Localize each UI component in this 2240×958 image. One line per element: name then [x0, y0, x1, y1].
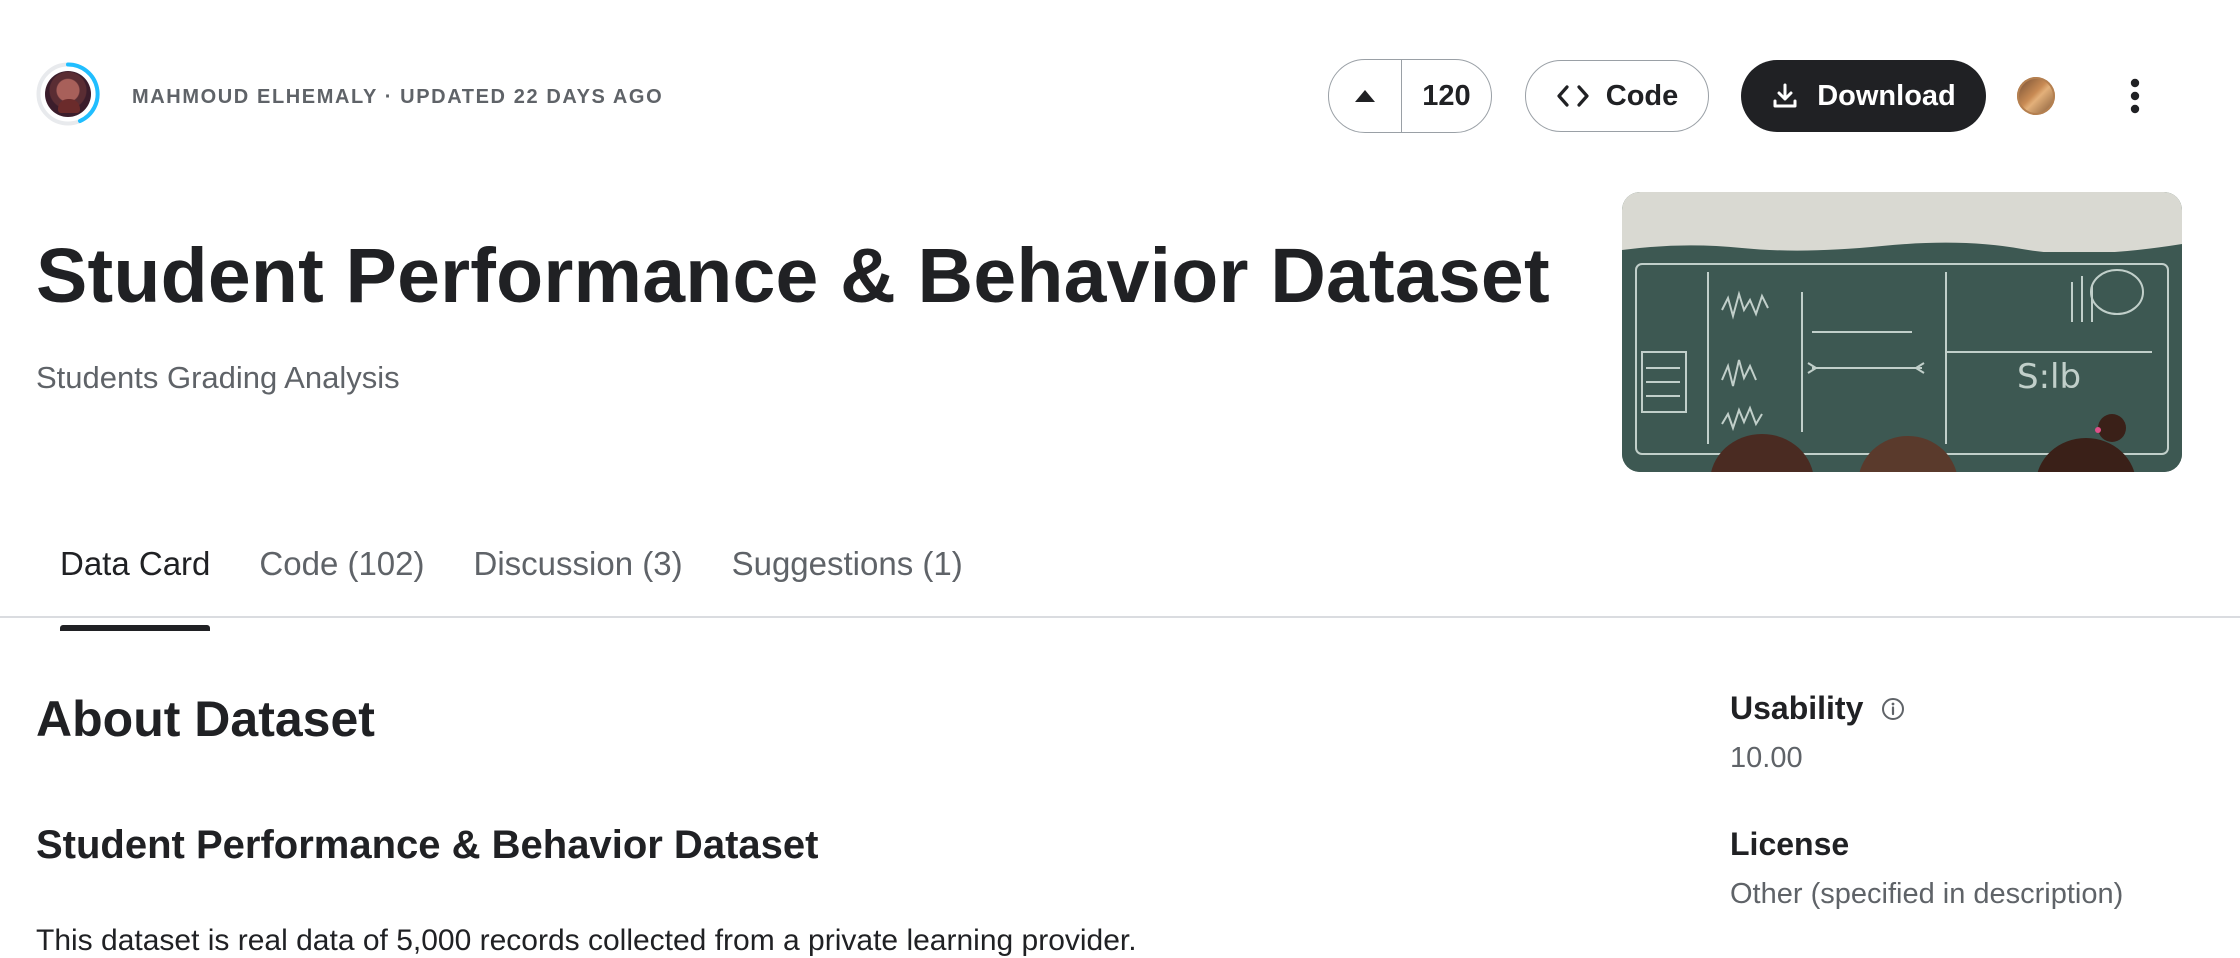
- more-options-button[interactable]: [2118, 70, 2152, 122]
- avatar-image: [45, 71, 91, 117]
- usability-value: 10.00: [1730, 742, 1803, 774]
- tab-code[interactable]: Code (102): [259, 545, 424, 631]
- license-label: License: [1730, 826, 1850, 862]
- download-icon: [1773, 83, 1797, 108]
- usability-label: Usability: [1730, 690, 1864, 726]
- info-icon[interactable]: [1881, 697, 1905, 721]
- license-value: Other (specified in description): [1730, 878, 2124, 910]
- tab-data-card[interactable]: Data Card: [60, 545, 211, 631]
- vertical-dots-icon: [2130, 78, 2140, 114]
- section-heading: Student Performance & Behavior Dataset: [36, 823, 819, 867]
- caret-up-icon[interactable]: [1329, 60, 1402, 132]
- usability-row: Usability: [1730, 690, 1905, 727]
- tabs-divider: [0, 616, 2240, 618]
- dataset-tabs: Data Card Code (102) Discussion (3) Sugg…: [60, 545, 963, 631]
- about-heading: About Dataset: [36, 691, 375, 747]
- code-button-label: Code: [1605, 79, 1679, 112]
- code-button[interactable]: Code: [1525, 60, 1709, 132]
- user-avatar[interactable]: [2017, 77, 2055, 115]
- vote-count: 120: [1422, 79, 1471, 112]
- owner-avatar[interactable]: [36, 62, 100, 126]
- code-brackets-icon: [1557, 85, 1589, 107]
- upvote-button[interactable]: 120: [1328, 59, 1492, 133]
- download-button[interactable]: Download: [1741, 60, 1986, 132]
- tab-suggestions[interactable]: Suggestions (1): [732, 545, 963, 631]
- svg-text:S:lb: S:lb: [2017, 357, 2081, 397]
- owner-updated-line[interactable]: MAHMOUD ELHEMALY · UPDATED 22 DAYS AGO: [132, 86, 663, 109]
- download-button-label: Download: [1817, 79, 1956, 112]
- tab-discussion[interactable]: Discussion (3): [474, 545, 683, 631]
- dataset-title: Student Performance & Behavior Dataset: [36, 233, 1550, 319]
- dataset-cover-image: S:lb: [1622, 192, 2182, 472]
- dataset-subtitle: Students Grading Analysis: [36, 360, 400, 395]
- intro-paragraph: This dataset is real data of 5,000 recor…: [36, 924, 1137, 957]
